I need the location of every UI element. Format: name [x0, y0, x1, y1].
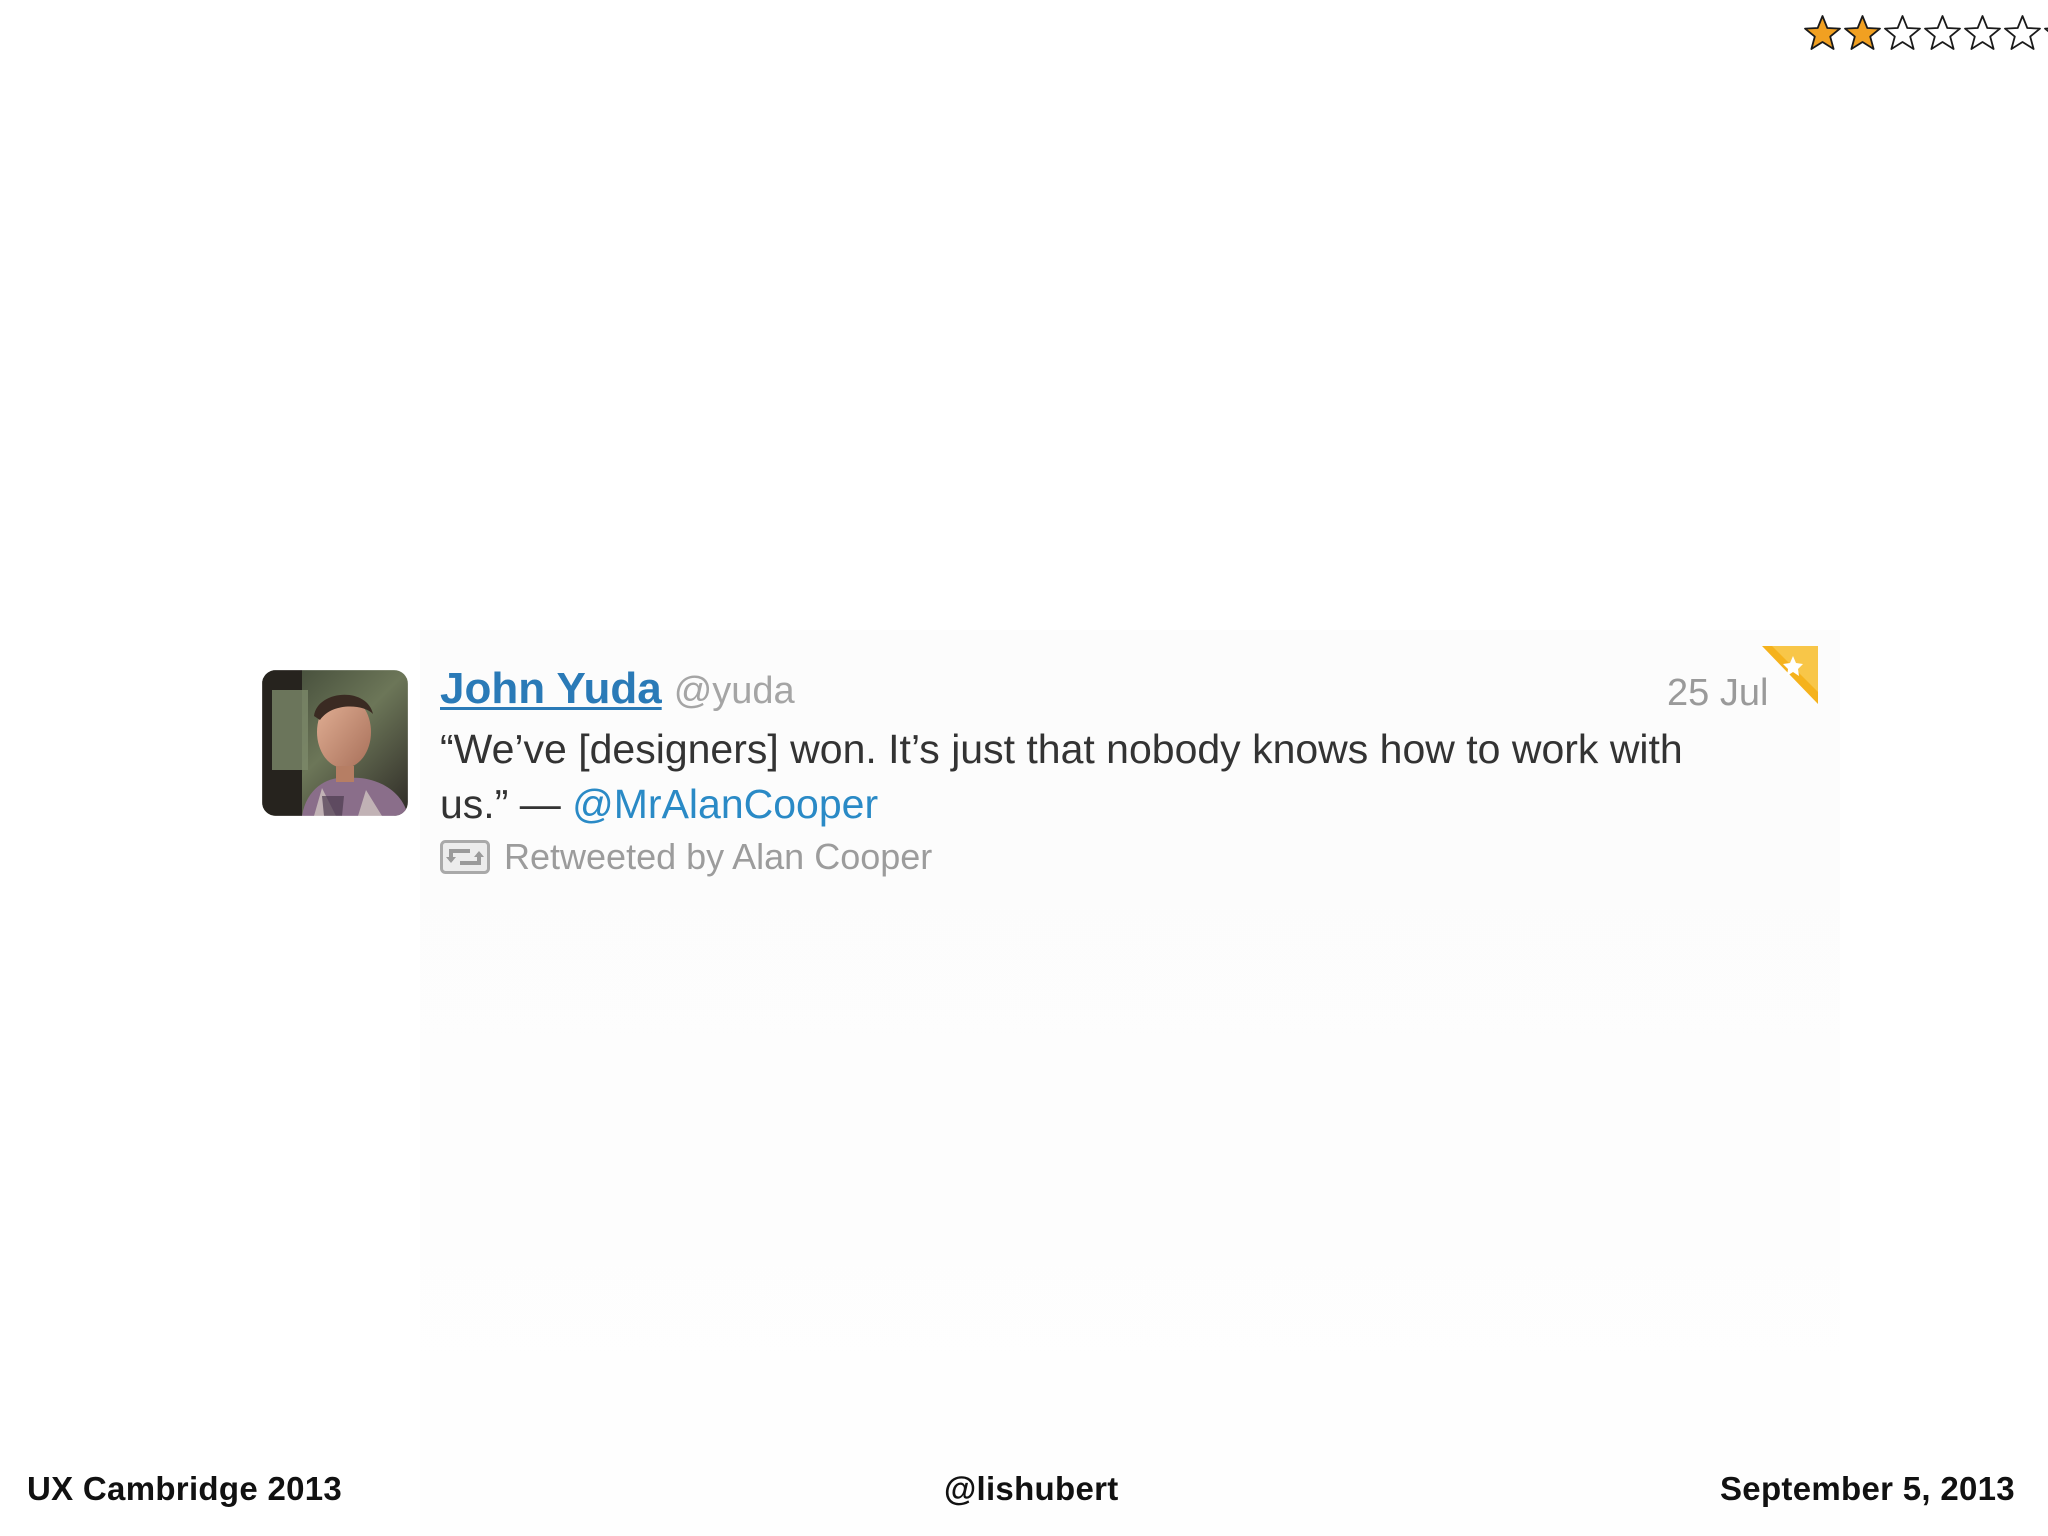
star-icon[interactable]	[2003, 14, 2042, 52]
retweet-label: Retweeted by Alan Cooper	[504, 836, 933, 877]
tweet-timestamp[interactable]: 25 Jul	[1667, 672, 1768, 715]
star-icon[interactable]	[1923, 14, 1962, 52]
footer-event: UX Cambridge 2013	[27, 1470, 343, 1507]
avatar-photo	[262, 670, 408, 816]
retweet-attribution: Retweeted by Alan Cooper	[440, 836, 932, 878]
footer-date: September 5, 2013	[1720, 1470, 2015, 1507]
author-handle: @yuda	[673, 670, 795, 712]
author-name-link[interactable]: John Yuda	[440, 664, 662, 714]
star-icon[interactable]	[1843, 14, 1882, 52]
tweet-header: John Yuda @yuda	[440, 664, 795, 720]
footer-handle: @lishubert	[944, 1470, 1119, 1507]
star-icon[interactable]	[1883, 14, 1922, 52]
star-icon[interactable]	[1963, 14, 2002, 52]
tweet-text: “We’ve [designers] won. It’s just that n…	[440, 722, 1730, 832]
mention-link[interactable]: @MrAlanCooper	[572, 781, 878, 827]
star-icon[interactable]	[2043, 14, 2048, 52]
favorite-corner-icon	[1762, 646, 1818, 704]
tweet-card: John Yuda @yuda 25 Jul “We’ve [designers…	[262, 646, 1822, 886]
star-icon[interactable]	[1803, 14, 1842, 52]
star-rating[interactable]	[1803, 14, 2048, 52]
retweet-icon	[440, 840, 490, 874]
avatar[interactable]	[262, 670, 408, 816]
